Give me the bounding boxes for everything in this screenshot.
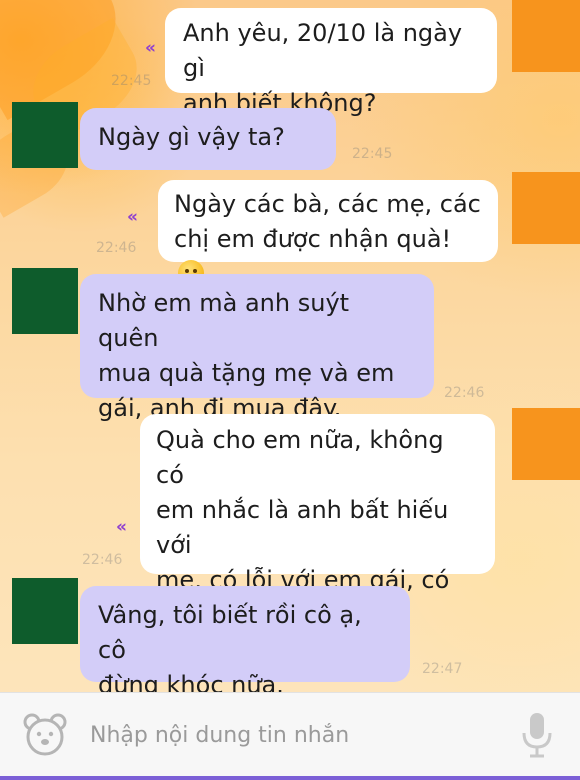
contact-avatar[interactable] <box>12 578 78 644</box>
my-avatar[interactable] <box>512 0 580 72</box>
microphone-icon[interactable] <box>520 711 554 759</box>
message-input[interactable] <box>90 713 490 757</box>
message-bubble-sent[interactable]: Quà cho em nữa, không có em nhắc là anh … <box>140 414 495 664</box>
read-receipt-icon: « <box>127 207 138 227</box>
message-bubble-sent[interactable]: Ngày các bà, các mẹ, các chị em được nhậ… <box>158 180 498 288</box>
chat-screen: Anh yêu, 20/10 là ngày gì anh biết không… <box>0 0 580 780</box>
message-bubble-received[interactable]: Vâng, tôi biết rồi cô ạ, cô đừng khóc nữ… <box>80 586 410 699</box>
message-bubble-received[interactable]: Nhờ em mà anh suýt quên mua quà tặng mẹ … <box>80 274 434 422</box>
message-time: 22:46 <box>96 240 137 256</box>
bottom-accent-line <box>0 776 580 780</box>
my-avatar[interactable] <box>512 408 580 480</box>
message-time: 22:46 <box>444 385 485 401</box>
message-time: 22:45 <box>111 73 152 89</box>
my-avatar[interactable] <box>512 172 580 244</box>
message-time: 22:46 <box>82 552 123 568</box>
contact-avatar[interactable] <box>12 268 78 334</box>
message-time: 22:45 <box>352 146 393 162</box>
message-bubble-received[interactable]: Ngày gì vậy ta? <box>80 108 336 170</box>
read-receipt-icon: « <box>145 38 156 58</box>
message-bubble-sent[interactable]: Anh yêu, 20/10 là ngày gì anh biết không… <box>165 8 497 117</box>
sticker-face-icon[interactable] <box>22 712 68 758</box>
read-receipt-icon: « <box>116 517 127 537</box>
message-text: Ngày các bà, các mẹ, các chị em được nhậ… <box>174 190 481 253</box>
contact-avatar[interactable] <box>12 102 78 168</box>
message-input-bar <box>0 692 580 776</box>
message-time: 22:47 <box>422 661 463 677</box>
